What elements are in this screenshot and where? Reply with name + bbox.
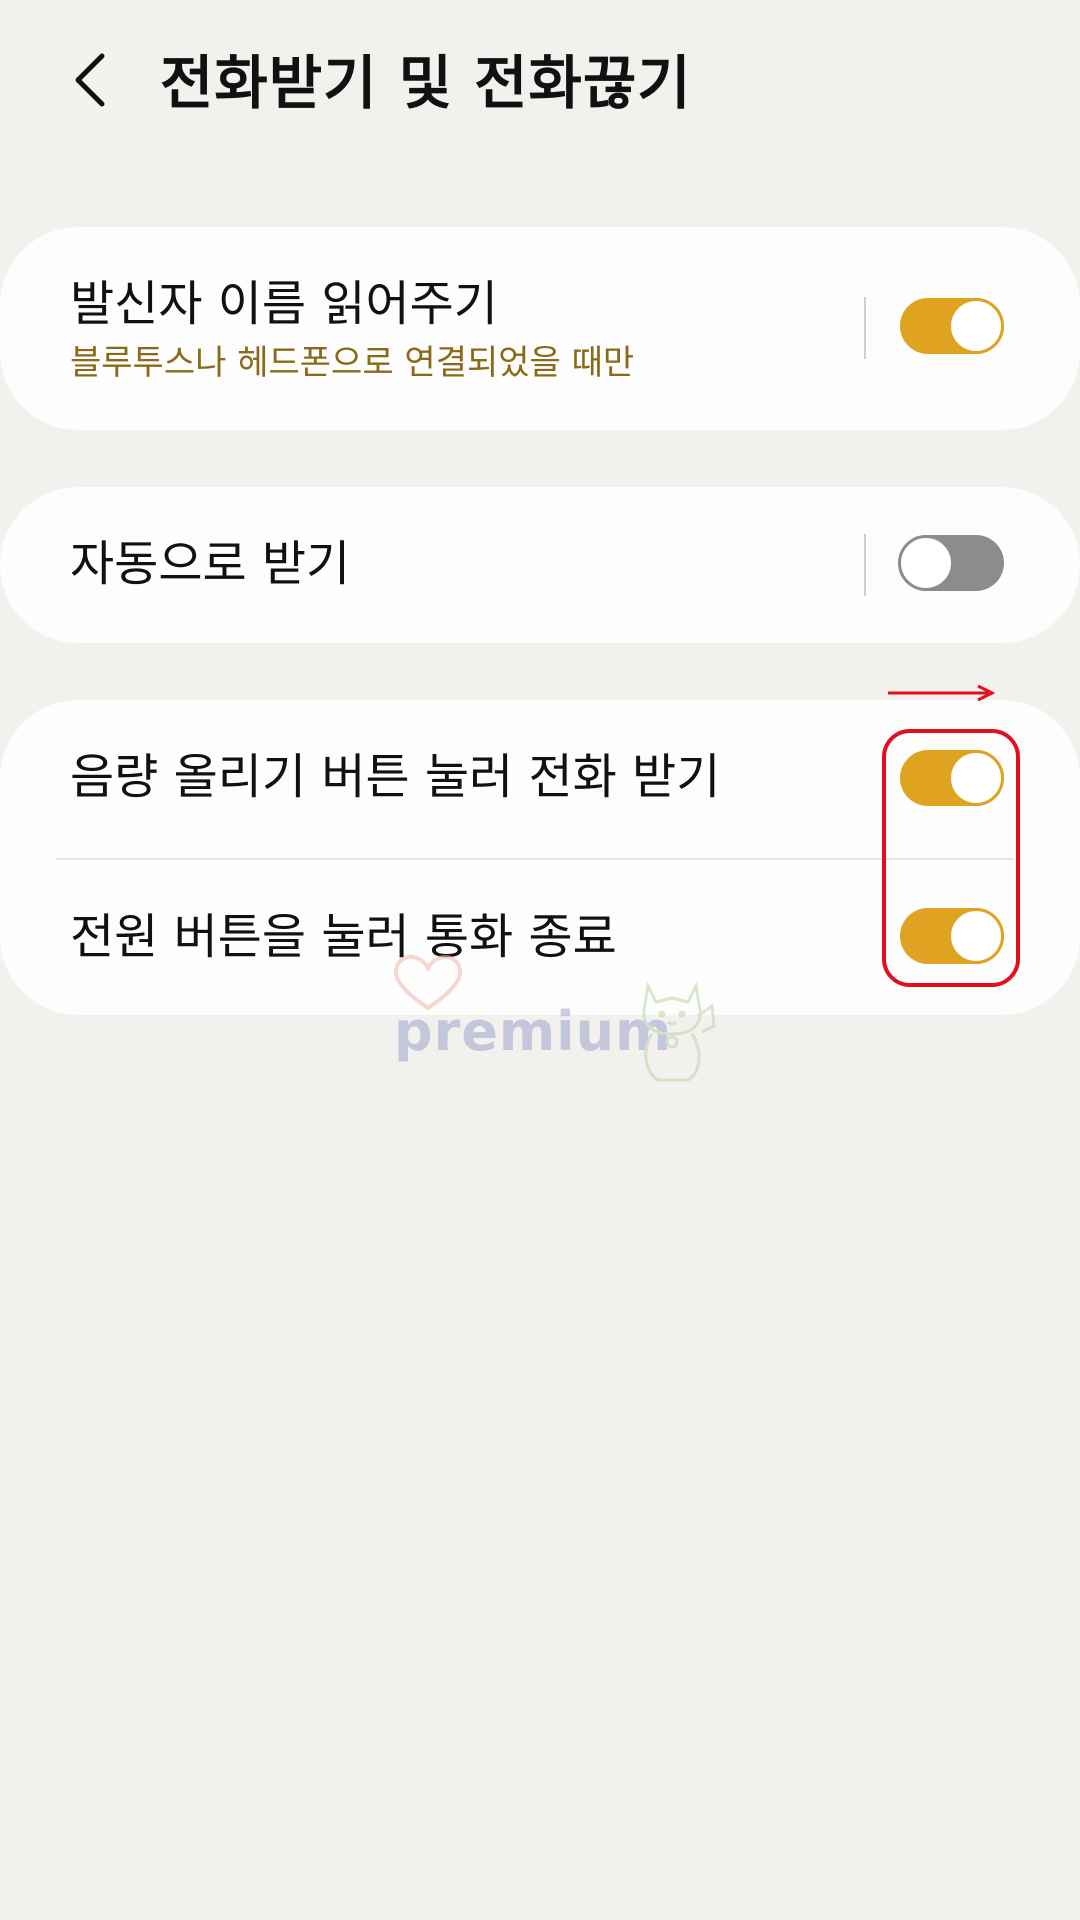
annotation-highlight-box [882,729,1020,987]
divider [864,534,866,596]
toggle-knob [948,298,1004,354]
annotation-arrow-icon [888,684,996,702]
app-header: 전화받기 및 전화끊기 [0,0,1080,170]
lucky-cat-icon [642,981,716,1082]
card-auto-answer: 자동으로 받기 [0,487,1080,643]
setting-title: 발신자 이름 읽어주기 [70,276,498,332]
setting-row-read-caller-name[interactable]: 발신자 이름 읽어주기 블루투스나 헤드폰으로 연결되었을 때만 [0,227,1080,430]
watermark: premium [388,948,728,1082]
card-caller-name: 발신자 이름 읽어주기 블루투스나 헤드폰으로 연결되었을 때만 [0,227,1080,430]
setting-subtitle: 블루투스나 헤드폰으로 연결되었을 때만 [70,343,635,383]
chevron-left-icon [75,53,105,107]
setting-title: 자동으로 받기 [70,536,351,592]
divider [864,297,866,359]
toggle-switch-read-caller-name[interactable] [900,298,1004,354]
setting-row-auto-answer[interactable]: 자동으로 받기 [0,487,1080,643]
toggle-switch-auto-answer[interactable] [898,535,1004,591]
setting-title: 음량 올리기 버튼 눌러 전화 받기 [70,749,721,805]
page-title: 전화받기 및 전화끊기 [160,49,692,117]
toggle-knob [898,535,954,591]
back-button[interactable] [60,45,120,115]
